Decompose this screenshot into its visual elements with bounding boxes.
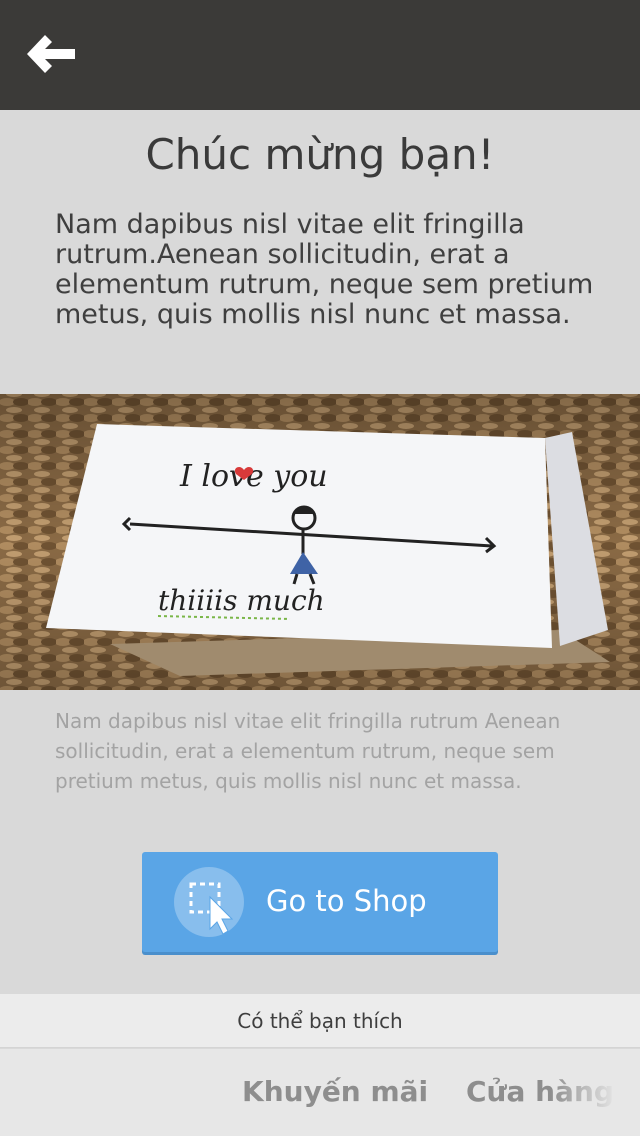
card-text-line-1: I love you [179,459,328,494]
back-button[interactable] [20,28,82,80]
tab-fade-overlay [550,1049,640,1136]
cursor-select-icon [174,867,244,937]
page-title: Chúc mừng bạn! [145,130,495,179]
main-content: Chúc mừng bạn! Nam dapibus nisl vitae el… [0,110,640,994]
greeting-card-photo: I love you thiiiis much [0,394,640,690]
tab-khuyen-mai[interactable]: Khuyến mãi [242,1075,428,1108]
go-to-shop-label: Go to Shop [266,884,427,918]
card-text-line-2: thiiiis much [158,584,325,617]
bottom-tab-bar: Khuyến mãi Cửa hàng [0,1049,640,1136]
top-bar [0,0,640,110]
suggestion-header: Có thể bạn thích [0,994,640,1048]
arrow-left-icon [27,35,75,73]
caption-text: Nam dapibus nisl vitae elit fringilla ru… [55,709,561,793]
go-to-shop-button[interactable]: Go to Shop [142,852,498,952]
lead-text: Nam dapibus nisl vitae elit fringilla ru… [55,209,594,330]
